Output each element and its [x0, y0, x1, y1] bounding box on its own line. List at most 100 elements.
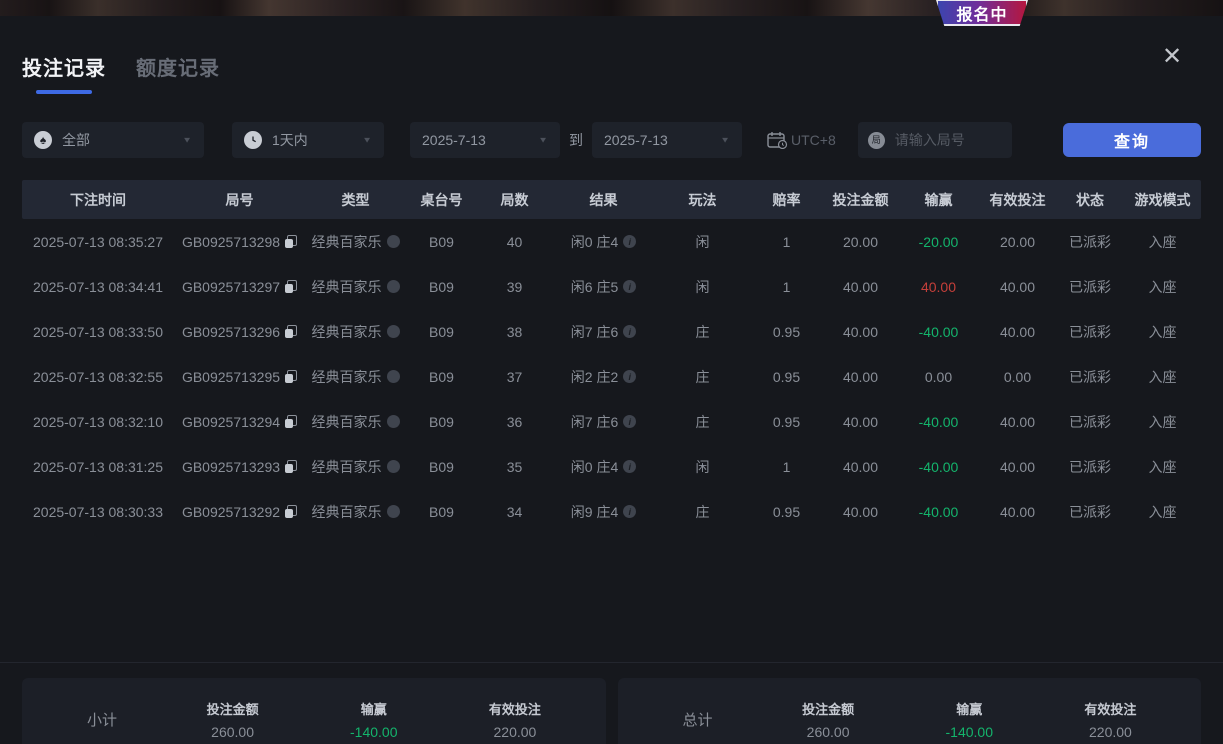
- cell-play: 庄: [655, 367, 750, 387]
- cell-rounds: 36: [477, 414, 552, 430]
- cell-round_id-text: GB0925713293: [182, 459, 280, 475]
- copy-icon[interactable]: [285, 415, 297, 428]
- cell-table_no-text: B09: [429, 279, 454, 295]
- cell-type-text: 经典百家乐: [312, 412, 382, 432]
- cell-time-text: 2025-07-13 08:33:50: [33, 324, 163, 340]
- cell-table_no-text: B09: [429, 414, 454, 430]
- cell-table_no-text: B09: [429, 459, 454, 475]
- time-range-dropdown[interactable]: 1天内 ▼: [232, 122, 384, 158]
- result-info-icon[interactable]: i: [623, 370, 636, 383]
- date-from-dropdown[interactable]: 2025-7-13 ▼: [410, 122, 560, 158]
- cell-win-text: 40.00: [921, 279, 956, 295]
- cell-odds: 1: [750, 234, 823, 250]
- query-button[interactable]: 查询: [1063, 123, 1201, 157]
- table-body: 2025-07-13 08:35:27GB0925713298经典百家乐B094…: [22, 219, 1201, 534]
- result-info-icon[interactable]: i: [623, 415, 636, 428]
- cell-round_id-text: GB0925713295: [182, 369, 280, 385]
- column-header: 局号: [174, 190, 305, 210]
- cell-table_no: B09: [406, 369, 477, 385]
- cell-result-text: 闲7 庄6: [571, 322, 618, 342]
- cell-win: 40.00: [898, 279, 979, 295]
- result-info-icon[interactable]: i: [623, 280, 636, 293]
- cell-status: 已派彩: [1056, 412, 1124, 432]
- game-type-icon[interactable]: [387, 235, 400, 248]
- signup-status-badge: 报名中: [936, 0, 1028, 26]
- cell-win: -40.00: [898, 414, 979, 430]
- cell-time: 2025-07-13 08:35:27: [22, 234, 174, 250]
- cell-bet-text: 40.00: [843, 414, 878, 430]
- cell-odds-text: 0.95: [773, 369, 800, 385]
- close-button[interactable]: ✕: [1157, 42, 1187, 72]
- cell-win: -40.00: [898, 324, 979, 340]
- game-type-icon[interactable]: [387, 325, 400, 338]
- round-search-input[interactable]: [895, 132, 1002, 148]
- cell-table_no-text: B09: [429, 504, 454, 520]
- summary-stat-label: 有效投注: [1040, 699, 1181, 718]
- result-info-icon[interactable]: i: [623, 325, 636, 338]
- column-header: 赔率: [750, 190, 823, 210]
- copy-icon[interactable]: [285, 235, 297, 248]
- game-type-icon[interactable]: [387, 370, 400, 383]
- cell-mode-text: 入座: [1149, 457, 1177, 477]
- copy-icon[interactable]: [285, 280, 297, 293]
- game-type-icon[interactable]: [387, 415, 400, 428]
- summary-stat: 投注金额260.00: [758, 699, 899, 740]
- cell-time: 2025-07-13 08:32:10: [22, 414, 174, 430]
- cell-odds-text: 0.95: [773, 504, 800, 520]
- date-to-dropdown[interactable]: 2025-7-13 ▼: [592, 122, 742, 158]
- copy-icon[interactable]: [285, 370, 297, 383]
- cell-type: 经典百家乐: [305, 457, 406, 477]
- column-header: 局数: [477, 190, 552, 210]
- cell-rounds-text: 39: [507, 279, 523, 295]
- cell-bet: 40.00: [823, 414, 898, 430]
- cell-valid-text: 20.00: [1000, 234, 1035, 250]
- cell-type: 经典百家乐: [305, 277, 406, 297]
- table-row: 2025-07-13 08:31:25GB0925713293经典百家乐B093…: [22, 444, 1201, 489]
- result-info-icon[interactable]: i: [623, 505, 636, 518]
- table-row: 2025-07-13 08:30:33GB0925713292经典百家乐B093…: [22, 489, 1201, 534]
- cell-win: -40.00: [898, 459, 979, 475]
- cell-valid: 20.00: [979, 234, 1056, 250]
- cell-table_no-text: B09: [429, 234, 454, 250]
- cell-bet: 40.00: [823, 324, 898, 340]
- cell-rounds: 35: [477, 459, 552, 475]
- cell-odds-text: 0.95: [773, 324, 800, 340]
- cell-bet-text: 40.00: [843, 279, 878, 295]
- cell-odds: 1: [750, 459, 823, 475]
- cell-time-text: 2025-07-13 08:30:33: [33, 504, 163, 520]
- cell-bet: 40.00: [823, 369, 898, 385]
- game-type-icon[interactable]: [387, 505, 400, 518]
- cell-status-text: 已派彩: [1069, 232, 1111, 252]
- game-type-icon[interactable]: [387, 460, 400, 473]
- cell-rounds-text: 36: [507, 414, 523, 430]
- cell-result-text: 闲6 庄5: [571, 277, 618, 297]
- table-row: 2025-07-13 08:32:55GB0925713295经典百家乐B093…: [22, 354, 1201, 399]
- cell-play-text: 闲: [696, 232, 710, 252]
- cell-valid-text: 40.00: [1000, 324, 1035, 340]
- result-info-icon[interactable]: i: [623, 235, 636, 248]
- game-category-dropdown[interactable]: ♠ 全部 ▼: [22, 122, 204, 158]
- cell-result: 闲6 庄5 i: [552, 277, 655, 297]
- cell-play: 庄: [655, 412, 750, 432]
- cell-mode-text: 入座: [1149, 412, 1177, 432]
- cell-rounds-text: 35: [507, 459, 523, 475]
- copy-icon[interactable]: [285, 325, 297, 338]
- cell-valid: 40.00: [979, 459, 1056, 475]
- tab-quota-records[interactable]: 额度记录: [136, 52, 220, 81]
- copy-icon[interactable]: [285, 460, 297, 473]
- close-icon: ✕: [1162, 45, 1182, 69]
- result-info-icon[interactable]: i: [623, 460, 636, 473]
- game-type-icon[interactable]: [387, 280, 400, 293]
- cell-result: 闲2 庄2i: [552, 367, 655, 387]
- cell-win-text: -40.00: [919, 324, 959, 340]
- cell-bet: 40.00: [823, 504, 898, 520]
- cell-status-text: 已派彩: [1069, 277, 1111, 297]
- round-search-field[interactable]: 局: [858, 122, 1012, 158]
- summary-stat-label: 投注金额: [758, 699, 899, 718]
- tab-quota-records-label: 额度记录: [136, 52, 220, 81]
- copy-icon[interactable]: [285, 505, 297, 518]
- tab-bet-records[interactable]: 投注记录: [22, 52, 106, 94]
- cell-round_id: GB0925713297: [174, 279, 305, 295]
- timezone-control[interactable]: UTC+8: [767, 131, 836, 149]
- cell-table_no: B09: [406, 414, 477, 430]
